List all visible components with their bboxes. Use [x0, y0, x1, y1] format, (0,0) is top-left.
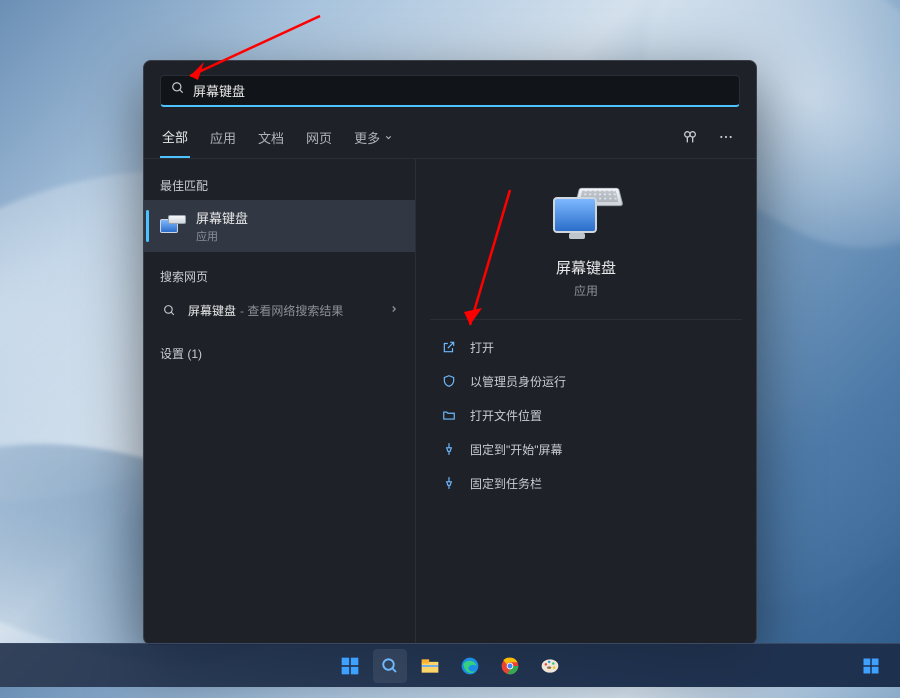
chrome-button[interactable] [493, 649, 527, 683]
result-subtitle: 应用 [196, 228, 399, 244]
start-search-panel: 全部 应用 文档 网页 更多 最佳匹配 [143, 60, 757, 645]
action-run-admin[interactable]: 以管理员身份运行 [430, 364, 742, 398]
result-title: 屏幕键盘 [196, 208, 399, 227]
chevron-down-icon [384, 130, 393, 145]
action-label: 打开文件位置 [470, 407, 542, 424]
search-row [144, 61, 756, 115]
actions-list: 打开 以管理员身份运行 打开文件位置 [430, 330, 742, 500]
start-button[interactable] [333, 649, 367, 683]
folder-open-icon [440, 406, 458, 424]
shield-icon [440, 372, 458, 390]
divider [430, 319, 742, 320]
file-explorer-button[interactable] [413, 649, 447, 683]
action-open-location[interactable]: 打开文件位置 [430, 398, 742, 432]
web-header: 搜索网页 [144, 262, 415, 291]
preview-subtitle: 应用 [574, 282, 598, 299]
tab-more[interactable]: 更多 [352, 121, 395, 158]
tab-all[interactable]: 全部 [160, 121, 190, 158]
best-match-header: 最佳匹配 [144, 171, 415, 200]
tab-docs[interactable]: 文档 [256, 121, 286, 158]
settings-header[interactable]: 设置 (1) [144, 339, 415, 368]
web-query: 屏幕键盘 [188, 302, 236, 319]
search-icon [160, 301, 178, 319]
action-label: 固定到任务栏 [470, 475, 542, 492]
content: 最佳匹配 屏幕键盘 应用 搜索网页 屏幕键盘 [144, 159, 756, 644]
paint-button[interactable] [533, 649, 567, 683]
action-pin-taskbar[interactable]: 固定到任务栏 [430, 466, 742, 500]
tab-web[interactable]: 网页 [304, 121, 334, 158]
chevron-right-icon [389, 304, 399, 317]
rewards-button[interactable] [676, 123, 704, 156]
pin-icon [440, 440, 458, 458]
search-taskbar-button[interactable] [373, 649, 407, 683]
action-pin-start[interactable]: 固定到"开始"屏幕 [430, 432, 742, 466]
search-input[interactable] [193, 83, 729, 98]
search-box[interactable] [160, 75, 740, 107]
web-suffix: - 查看网络搜索结果 [240, 302, 343, 319]
tabs-row: 全部 应用 文档 网页 更多 [144, 115, 756, 159]
action-label: 固定到"开始"屏幕 [470, 441, 563, 458]
external-link-icon [440, 338, 458, 356]
taskbar [0, 643, 900, 687]
search-icon [171, 81, 185, 100]
edge-button[interactable] [453, 649, 487, 683]
preview-title: 屏幕键盘 [556, 257, 616, 278]
results-pane: 最佳匹配 屏幕键盘 应用 搜索网页 屏幕键盘 [144, 159, 416, 644]
app-icon [160, 213, 186, 239]
best-match-result[interactable]: 屏幕键盘 应用 [144, 200, 415, 252]
action-label: 以管理员身份运行 [470, 373, 566, 390]
action-label: 打开 [470, 339, 494, 356]
more-button[interactable] [712, 123, 740, 156]
preview-app-icon [551, 185, 621, 243]
action-open[interactable]: 打开 [430, 330, 742, 364]
web-search-result[interactable]: 屏幕键盘 - 查看网络搜索结果 [144, 291, 415, 329]
preview-pane: 屏幕键盘 应用 打开 以管理员身份运行 [416, 159, 756, 644]
start-button-right[interactable] [854, 649, 888, 683]
tab-apps[interactable]: 应用 [208, 121, 238, 158]
pin-icon [440, 474, 458, 492]
